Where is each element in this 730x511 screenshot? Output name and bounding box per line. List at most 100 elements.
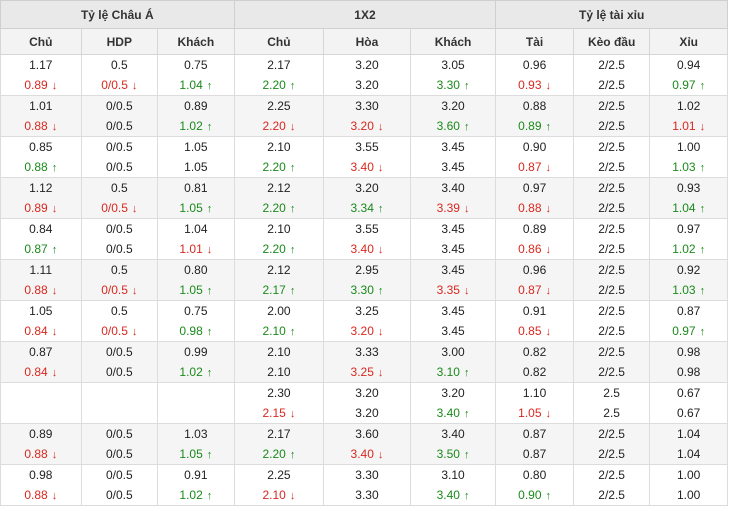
current-odds: 0.87: [497, 444, 573, 464]
arrow-up-icon: ↑: [377, 203, 384, 215]
odds-cell-away-1x2: 3.45 3.35 ↓: [409, 259, 497, 301]
arrow-up-icon: ↑: [289, 449, 296, 461]
odds-value: 2.20: [262, 160, 286, 174]
group-header-over-under: Tỷ lệ tài xỉu: [495, 0, 728, 29]
current-odds: 1.02 ↑: [159, 485, 234, 505]
odds-value: 1.05: [184, 160, 208, 174]
col-header-over: Tài: [495, 28, 574, 55]
current-odds: 0.84 ↓: [1, 321, 80, 341]
odds-cell-home-ah: 1.01 0.88 ↓: [0, 95, 82, 137]
odds-value: 3.45: [441, 263, 465, 277]
arrow-down-icon: ↓: [545, 326, 552, 338]
opening-odds: 0.87: [1, 343, 80, 363]
current-odds: 2.20 ↓: [235, 116, 323, 136]
odds-value: 1.04: [179, 78, 203, 92]
arrow-down-icon: ↓: [51, 121, 58, 133]
odds-value: 2/2.5: [598, 160, 625, 174]
odds-value: 3.25: [350, 365, 374, 379]
odds-cell-away-ah: 0.75 0.98 ↑: [157, 300, 235, 342]
current-odds: 2/2.5: [574, 444, 649, 464]
odds-value: 3.20: [441, 386, 465, 400]
opening-odds: 0.5: [82, 261, 157, 281]
odds-value: 1.17: [29, 58, 53, 72]
odds-value: 3.05: [441, 58, 465, 72]
current-odds: 3.20 ↓: [325, 321, 410, 341]
current-odds: 2.17 ↑: [235, 280, 323, 300]
opening-odds: 1.10: [497, 384, 573, 404]
current-odds: 2.20 ↑: [235, 157, 323, 177]
odds-value: 3.45: [441, 304, 465, 318]
opening-odds: 3.20: [411, 97, 495, 117]
odds-value: 0.99: [184, 345, 208, 359]
current-odds: 0.86 ↓: [497, 239, 573, 259]
opening-odds: 0.94: [651, 56, 727, 76]
odds-cell-hdp: 0.5 0/0.5 ↓: [80, 177, 159, 219]
current-odds: 0.89 ↓: [1, 75, 80, 95]
opening-odds: 0.91: [497, 302, 573, 322]
arrow-up-icon: ↑: [289, 326, 296, 338]
odds-value: 0.97: [522, 181, 547, 195]
odds-value: 2.30: [267, 386, 291, 400]
odds-value: 3.20: [355, 386, 379, 400]
odds-value: 2.20: [262, 78, 286, 92]
odds-value: 3.60: [436, 119, 460, 133]
odds-value: 0.87: [522, 447, 547, 461]
opening-odds: 3.00: [411, 343, 495, 363]
current-odds: 1.04: [651, 444, 727, 464]
odds-value: 2/2.5: [598, 365, 625, 379]
current-odds: 2/2.5: [574, 485, 649, 505]
odds-cell-draw: 3.60 3.40 ↓: [323, 423, 411, 465]
opening-odds: 0.5: [82, 302, 157, 322]
current-odds: 0.87 ↓: [497, 280, 573, 300]
opening-odds: 2.10: [235, 343, 323, 363]
current-odds: 0.88 ↓: [1, 444, 80, 464]
opening-odds: 0.89: [1, 425, 80, 445]
current-odds: 0.67: [651, 403, 727, 423]
opening-odds: 0.82: [497, 343, 573, 363]
odds-cell-home-1x2: 2.12 2.20 ↑: [233, 177, 325, 219]
current-odds: 2.10 ↓: [235, 485, 323, 505]
opening-odds: 2/2.5: [574, 343, 649, 363]
odds-value: 2/2.5: [598, 222, 625, 236]
odds-value: 3.40: [436, 406, 460, 420]
odds-value: 0.84: [24, 365, 48, 379]
arrow-up-icon: ↑: [206, 449, 213, 461]
opening-odds: 2.12: [235, 261, 323, 281]
opening-odds: 2.00: [235, 302, 323, 322]
odds-value: 2/2.5: [598, 201, 625, 215]
odds-value: 1.03: [672, 160, 696, 174]
current-odds: 3.30 ↑: [325, 280, 410, 300]
odds-cell-over: 0.82 0.82: [495, 341, 574, 383]
odds-value: 0/0.5: [105, 222, 133, 236]
odds-value: 1.00: [677, 468, 701, 482]
odds-value: 3.55: [355, 222, 379, 236]
current-odds: 3.60 ↑: [411, 116, 495, 136]
odds-value: 2.17: [267, 58, 291, 72]
col-header-under: Xỉu: [649, 28, 728, 55]
arrow-down-icon: ↓: [545, 244, 552, 256]
odds-value: 0.98: [29, 468, 53, 482]
odds-value: 0.96: [522, 263, 547, 277]
odds-cell-hdp: 0/0.5 0/0.5: [80, 218, 159, 260]
odds-cell-home-1x2: 2.10 2.20 ↑: [233, 218, 325, 260]
odds-cell-line: 2/2.5 2/2.5: [572, 464, 651, 506]
current-odds: 1.05 ↓: [497, 403, 573, 423]
group-header-row: Tỷ lệ Châu Á 1X2 Tỷ lệ tài xỉu: [0, 0, 728, 29]
arrow-up-icon: ↑: [289, 244, 296, 256]
current-odds: 3.20 ↓: [325, 116, 410, 136]
current-odds: 2.5: [574, 403, 649, 423]
odds-cell-home-ah: 1.17 0.89 ↓: [0, 54, 82, 96]
odds-cell-home-1x2: 2.25 2.10 ↓: [233, 464, 325, 506]
odds-value: 0/0.5: [105, 119, 133, 133]
odds-cell-over: 1.10 1.05 ↓: [495, 382, 574, 424]
current-odds: 0/0.5: [82, 239, 157, 259]
current-odds: 1.05 ↑: [159, 198, 234, 218]
current-odds: 2.20 ↑: [235, 198, 323, 218]
current-odds: 3.30: [325, 485, 410, 505]
opening-odds: 1.11: [1, 261, 80, 281]
odds-cell-under: 0.93 1.04 ↑: [649, 177, 728, 219]
odds-value: 3.40: [350, 447, 374, 461]
odds-value: 2.95: [355, 263, 379, 277]
current-odds: 3.39 ↓: [411, 198, 495, 218]
current-odds: 3.40 ↑: [411, 403, 495, 423]
